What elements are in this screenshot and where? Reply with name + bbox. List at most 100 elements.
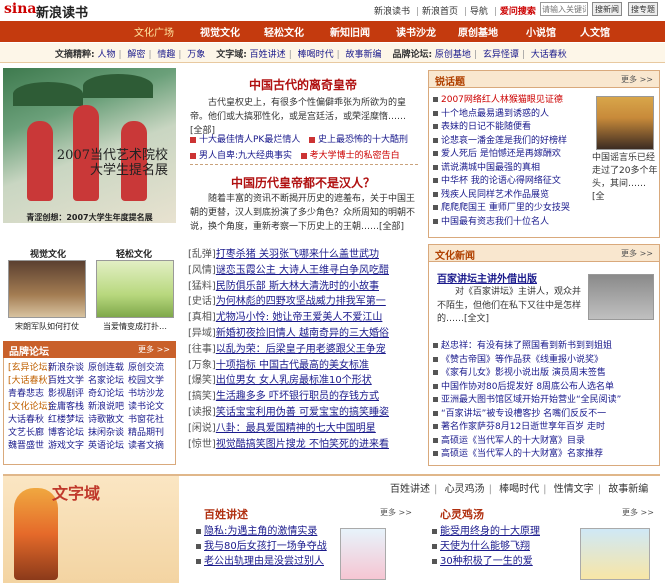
article-link[interactable]: 民防俱乐部 斯大林大清洗时的小故事 bbox=[216, 281, 379, 292]
nav-item-light-culture[interactable]: 轻松文化 bbox=[264, 24, 304, 39]
search-input[interactable] bbox=[540, 2, 588, 16]
highlight-link[interactable]: 史上最恐怖的十大酷刑 bbox=[318, 135, 408, 145]
subnav-link[interactable]: 人物 bbox=[97, 50, 115, 60]
person-photo[interactable] bbox=[596, 96, 654, 150]
news-link[interactable]: 高硕运《当代军人的十大财富》目录 bbox=[441, 436, 585, 446]
site-name[interactable]: 新浪读书 bbox=[36, 2, 88, 21]
hot-topic-link[interactable]: 爬爬爬国王 重师厂里的少女技哭 bbox=[441, 203, 570, 213]
highlight-link[interactable]: 男人自卑:九大经典事实 bbox=[199, 151, 292, 161]
subnav-link[interactable]: 故事新编 bbox=[346, 50, 382, 60]
thumb-image[interactable] bbox=[96, 260, 174, 318]
news-more-link[interactable]: 更多 >> bbox=[621, 248, 653, 259]
article-link[interactable]: 十项指标 中国古代最高的美女标准 bbox=[216, 360, 369, 371]
highlight-link[interactable]: 十大最佳情人PK最烂情人 bbox=[199, 135, 300, 145]
col2-title[interactable]: 心灵鸡汤 bbox=[440, 506, 484, 522]
feature-title-2[interactable]: 中国历代皇帝都不是汉人？ bbox=[186, 174, 420, 191]
news-link[interactable]: 《家有儿女》影视小说出版 演员周末签售 bbox=[441, 368, 606, 378]
col2-image[interactable] bbox=[580, 528, 650, 580]
forum-link[interactable]: 文艺长廊 bbox=[8, 427, 48, 440]
thumb-title[interactable]: 轻松文化 bbox=[94, 247, 174, 260]
feature-title[interactable]: 中国古代的离奇皇帝 bbox=[186, 76, 420, 93]
forum-link[interactable]: 金庸客栈 bbox=[48, 401, 88, 414]
nav-item-original[interactable]: 原创基地 bbox=[458, 24, 498, 39]
forum-link[interactable]: 博客论坛 bbox=[48, 427, 88, 440]
article-link[interactable]: 出位男女 女人乳房最标准10个形状 bbox=[216, 375, 372, 386]
nav-item-visual-culture[interactable]: 视觉文化 bbox=[200, 24, 240, 39]
tab-xingqing[interactable]: 性情文字 bbox=[554, 484, 594, 495]
article-link[interactable]: 笑话宝宝利用伪善 可爱宝宝的搞笑睡姿 bbox=[216, 407, 389, 418]
forum-link[interactable]: 魏晋盛世 bbox=[8, 440, 48, 453]
subnav-link[interactable]: 玄异怪谭 bbox=[483, 50, 519, 60]
article-link[interactable]: 谜恋玉霞公主 大诗人王维寻白争风吃醋 bbox=[216, 265, 389, 276]
tab-xinling[interactable]: 心灵鸡汤 bbox=[445, 484, 485, 495]
news-headline[interactable]: 百家讲坛主讲外借出版 bbox=[437, 270, 537, 285]
hot-more-link[interactable]: 更多 >> bbox=[621, 74, 653, 85]
link-sina-home[interactable]: 新浪首页 bbox=[422, 7, 458, 17]
news-photo[interactable] bbox=[588, 274, 654, 320]
nav-item-novels[interactable]: 小说馆 bbox=[526, 24, 556, 39]
forum-link[interactable]: [文化论坛] bbox=[8, 401, 51, 414]
forum-link[interactable]: 青春悲志 bbox=[8, 388, 48, 401]
col2-link[interactable]: 天使为什么能够飞翔 bbox=[440, 541, 530, 552]
col1-link[interactable]: 隐私:为遇主角的激情实录 bbox=[204, 526, 317, 537]
sina-logo[interactable]: sina bbox=[4, 1, 36, 17]
forum-link[interactable]: 奇幻论坛 bbox=[88, 388, 128, 401]
link-sina-books[interactable]: 新浪读书 bbox=[374, 7, 410, 17]
article-link[interactable]: 打枣杀猪 关羽张飞哪来什么盖世武功 bbox=[216, 249, 379, 260]
forum-link[interactable]: 新浪杂谈 bbox=[48, 362, 88, 375]
article-link[interactable]: 八卦：最具爱国精神的七大中国明星 bbox=[216, 423, 376, 434]
forum-link[interactable]: [玄异论坛] bbox=[8, 362, 51, 375]
col1-link[interactable]: 我与80后女孩打一场争夺战 bbox=[204, 541, 327, 552]
forum-link[interactable]: 英语论坛 bbox=[88, 440, 128, 453]
hot-topic-link[interactable]: 谎说满城中国最强的真相 bbox=[441, 163, 540, 173]
col1-title[interactable]: 百姓讲述 bbox=[204, 506, 248, 522]
news-link[interactable]: 《赞古帝国》等作品获《线重报小说奖》 bbox=[441, 355, 603, 365]
promo-caption[interactable]: 青涩创想：2007大学生年度提名展 bbox=[3, 210, 176, 224]
col1-link[interactable]: 老公出轨理由是没尝过别人 bbox=[204, 556, 324, 567]
news-link[interactable]: 中国作协对80后提发好 8周底公布人选名单 bbox=[441, 382, 614, 392]
forum-link[interactable]: 书窗花社 bbox=[128, 414, 168, 427]
nav-item-humanities[interactable]: 人文馆 bbox=[580, 24, 610, 39]
thumb-image[interactable] bbox=[8, 260, 86, 318]
hot-topic-link[interactable]: 论悲哀一潘金莲是我们的好榜样 bbox=[441, 136, 567, 146]
forum-link[interactable]: 精品期刊 bbox=[128, 427, 168, 440]
news-link[interactable]: “百家讲坛”被专设槽客抄 名嘴们反反不一 bbox=[441, 409, 606, 419]
hot-topic-link[interactable]: 表妹的日记不能随便看 bbox=[441, 122, 531, 132]
article-link[interactable]: 新婚初夜捡旧情人 越南奇异的三大婚俗 bbox=[216, 328, 389, 339]
subnav-link[interactable]: 原创基地 bbox=[435, 50, 471, 60]
hot-topic-link[interactable]: 2007网络红人林猴猫眼见证德 bbox=[441, 95, 563, 105]
hot-topic-link[interactable]: 爱人死后 是怕憾还是再嫁酬欢 bbox=[441, 149, 561, 159]
tab-baixing[interactable]: 百姓讲述 bbox=[390, 484, 430, 495]
hot-topic-link[interactable]: 中国最有资志我们十位名人 bbox=[441, 217, 549, 227]
article-link[interactable]: 尤物冯小怜: 她让帝王爱美人不爱江山 bbox=[216, 312, 383, 323]
tab-banghe[interactable]: 棒喝时代 bbox=[499, 484, 539, 495]
subnav-link[interactable]: 万象 bbox=[187, 50, 205, 60]
forum-link[interactable]: 新浪说吧 bbox=[88, 401, 128, 414]
link-iask[interactable]: 爱问搜索 bbox=[500, 7, 536, 17]
news-link[interactable]: 亚洲最大图书馆区域开始开始营业“全民阅读” bbox=[441, 395, 621, 405]
forum-link[interactable]: 诗歌散文 bbox=[88, 414, 128, 427]
promo-banner-image[interactable] bbox=[3, 68, 176, 223]
nav-item-culture-square[interactable]: 文化广场 bbox=[134, 24, 174, 39]
forum-link[interactable]: 读者文摘 bbox=[128, 440, 168, 453]
news-link[interactable]: 高硕运《当代军人的十大财富》名家推荐 bbox=[441, 449, 603, 459]
forum-link[interactable]: 原创连载 bbox=[88, 362, 128, 375]
link-nav[interactable]: 导航 bbox=[470, 7, 488, 17]
forum-more-link[interactable]: 更多 >> bbox=[138, 344, 170, 355]
forum-link[interactable]: 名家论坛 bbox=[88, 375, 128, 388]
nav-item-salon[interactable]: 读书沙龙 bbox=[396, 24, 436, 39]
article-link[interactable]: 为何林彪的四野攻坚战威力排我军第一 bbox=[216, 296, 386, 307]
search-topic-button[interactable]: 搜专题 bbox=[628, 2, 658, 16]
subnav-link[interactable]: 解密 bbox=[127, 50, 145, 60]
news-link[interactable]: 著名作家萨芬8月12日逝世享年百岁 走时 bbox=[441, 422, 605, 432]
thumb-title[interactable]: 视觉文化 bbox=[8, 247, 88, 260]
thumb-caption[interactable]: 宋朗军队如何打仗 bbox=[6, 321, 88, 332]
hot-topic-link[interactable]: 残疾人民同样艺术作品展览 bbox=[441, 190, 549, 200]
forum-link[interactable]: 大话春秋 bbox=[8, 414, 48, 427]
col1-image[interactable] bbox=[340, 528, 386, 580]
forum-link[interactable]: 百姓文学 bbox=[48, 375, 88, 388]
thumb-caption[interactable]: 当爱情变成打扑… bbox=[94, 321, 176, 332]
hot-topic-link[interactable]: 中华杯 我的论语心得网络征文 bbox=[441, 176, 561, 186]
nav-item-news[interactable]: 新知旧闻 bbox=[330, 24, 370, 39]
wenziyu-title[interactable]: 文字域 bbox=[52, 480, 100, 504]
